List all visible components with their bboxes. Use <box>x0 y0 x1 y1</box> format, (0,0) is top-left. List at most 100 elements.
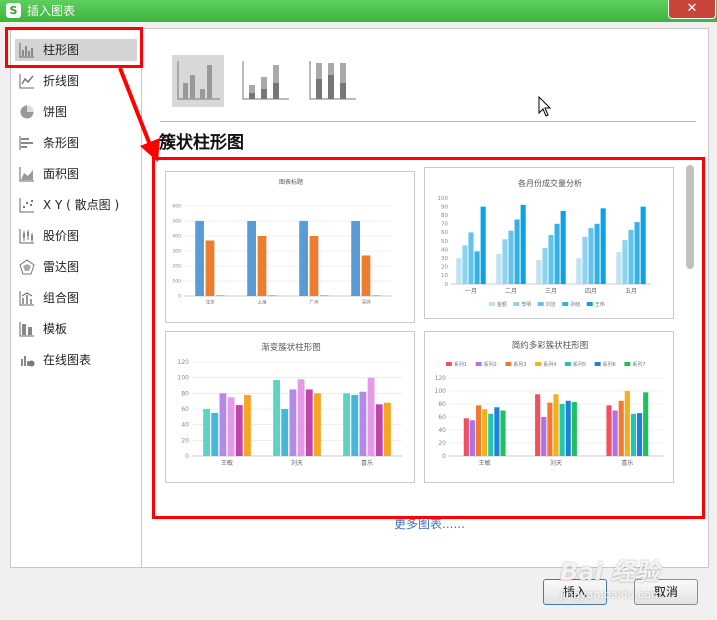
chart-bar <box>508 230 514 284</box>
x-category-label: 五月 <box>625 288 637 295</box>
chart-bar <box>305 389 313 456</box>
legend-swatch <box>475 362 482 366</box>
watermark-url: jingyan.baidu.com <box>560 588 662 601</box>
chart-bar <box>289 389 297 456</box>
chart-bar <box>281 409 289 456</box>
sidebar-item-radar[interactable]: 雷达图 <box>15 256 137 278</box>
combo-chart-icon <box>19 291 34 306</box>
chart-bar <box>343 393 351 456</box>
subtype-stacked-column[interactable] <box>239 55 291 107</box>
chart-bar <box>456 258 462 284</box>
radar-chart-icon <box>19 259 35 275</box>
y-tick-label: 300 <box>172 249 181 255</box>
chart-bar <box>462 245 468 284</box>
y-tick-label: 120 <box>178 359 190 366</box>
sidebar-item-bar[interactable]: 条形图 <box>15 132 137 154</box>
y-tick-label: 100 <box>435 388 447 395</box>
sidebar-item-template[interactable]: 模板 <box>15 318 137 340</box>
template-icon <box>19 322 34 337</box>
chart-bar <box>468 232 474 284</box>
chart-gallery-panel: 簇状柱形图 图表标题 0 100 200 300 400 500 600 北京 上海 广州 深圳 各月… <box>141 28 709 568</box>
legend-label: 系列2 <box>484 361 497 368</box>
sidebar-item-stock[interactable]: 股价图 <box>15 225 137 247</box>
sidebar-item-online[interactable]: 在线图表 <box>15 349 137 371</box>
legend-label: 系列4 <box>543 361 556 368</box>
chart-bar <box>554 223 560 284</box>
y-tick-label: 40 <box>441 247 448 253</box>
y-tick-label: 30 <box>441 256 448 262</box>
chart-bar <box>553 394 559 456</box>
y-tick-label: 200 <box>172 264 181 270</box>
chart-preview-card-1[interactable]: 图表标题 0 100 200 300 400 500 600 北京 上海 广州 深圳 <box>165 171 415 323</box>
chart-bar <box>268 295 277 296</box>
sidebar-item-label: 柱形图 <box>43 43 80 57</box>
close-button[interactable]: ✕ <box>668 0 716 19</box>
sidebar-item-combo[interactable]: 组合图 <box>15 287 137 309</box>
chart-bar <box>480 206 486 284</box>
chart-bar <box>643 392 649 456</box>
chart-bar <box>500 410 506 456</box>
chart-preview-card-4[interactable]: 简约多彩簇状柱形图 0 20 40 60 80 100 120 王敏 刘天 喜乐 系列1 系列2 系列3 系… <box>424 331 674 483</box>
legend-label: 系列7 <box>632 361 645 368</box>
legend-label: 系列1 <box>454 361 467 368</box>
legend-swatch <box>562 302 569 306</box>
window-title: 插入图表 <box>27 4 76 18</box>
title-bar[interactable]: S 插入图表 ✕ <box>0 0 717 22</box>
subtype-clustered-column[interactable] <box>172 55 224 107</box>
chart-bar <box>211 412 219 456</box>
chart-bar <box>606 405 612 456</box>
chart-bar <box>628 229 634 284</box>
x-category-label: 深圳 <box>362 299 371 306</box>
sidebar-item-line[interactable]: 折线图 <box>15 70 137 92</box>
legend-label: 系列5 <box>573 361 586 368</box>
more-charts-link[interactable]: 更多图表...... <box>394 516 465 532</box>
legend-swatch <box>624 362 631 366</box>
x-category-label: 喜乐 <box>621 459 633 467</box>
y-tick-label: 70 <box>441 222 448 228</box>
chart-bar <box>594 223 600 284</box>
chart-type-sidebar: 柱形图 折线图 饼图 条形图 面积图 X Y (散点图) 股价图 雷达图 组… <box>10 28 142 568</box>
chart-bar <box>257 236 267 296</box>
x-category-label: 二月 <box>505 288 517 295</box>
chart-bar <box>560 210 566 284</box>
chart-bar <box>588 228 594 284</box>
y-tick-label: 0 <box>445 282 449 288</box>
line-chart-icon <box>19 74 34 89</box>
bar-chart-icon <box>19 136 33 150</box>
sidebar-item-label: 面积图 <box>43 167 80 181</box>
chart-bar <box>582 236 588 284</box>
chart-title: 简约多彩簇状柱形图 <box>512 340 589 351</box>
y-tick-label: 40 <box>181 422 189 429</box>
online-chart-icon <box>21 356 35 367</box>
scrollbar-thumb[interactable] <box>686 165 694 269</box>
y-tick-label: 120 <box>435 375 447 382</box>
y-tick-label: 100 <box>178 375 190 382</box>
sidebar-item-area[interactable]: 面积图 <box>15 163 137 185</box>
sidebar-item-pie[interactable]: 饼图 <box>15 101 137 123</box>
chart-title: 渐变簇状柱形图 <box>261 342 321 353</box>
sidebar-item-scatter[interactable]: X Y ( 散点图 ) <box>15 194 137 216</box>
chart-preview-card-3[interactable]: 渐变簇状柱形图 0 20 40 60 80 100 120 王敏 刘天 喜乐 <box>165 331 415 483</box>
chart-bar <box>496 253 502 284</box>
chart-bar <box>361 255 371 296</box>
legend-swatch <box>537 302 544 306</box>
chart-preview-card-2[interactable]: 各月份成交量分析 0 10 20 30 40 50 60 70 80 90 100 一月 二月 三月 四月 五月… <box>424 167 674 319</box>
x-category-label: 三月 <box>545 288 557 295</box>
chart-bar <box>320 295 329 296</box>
y-tick-label: 20 <box>438 440 446 447</box>
chart-bar <box>273 380 281 456</box>
legend-swatch <box>488 302 495 306</box>
subtype-percent-stacked-column[interactable] <box>306 55 358 107</box>
sidebar-item-label: 折线图 <box>43 74 80 88</box>
mouse-cursor-icon <box>538 96 552 117</box>
chart-bar <box>243 394 251 456</box>
chart-bar <box>216 295 225 296</box>
legend-swatch <box>586 302 593 306</box>
chart-bar <box>195 221 204 296</box>
chart-title: 图表标题 <box>279 178 303 186</box>
chart-bar <box>351 221 360 296</box>
chart-bar <box>636 413 643 456</box>
sidebar-item-column[interactable]: 柱形图 <box>15 39 137 61</box>
chart-bar <box>235 405 243 456</box>
chart-bar <box>375 404 383 456</box>
